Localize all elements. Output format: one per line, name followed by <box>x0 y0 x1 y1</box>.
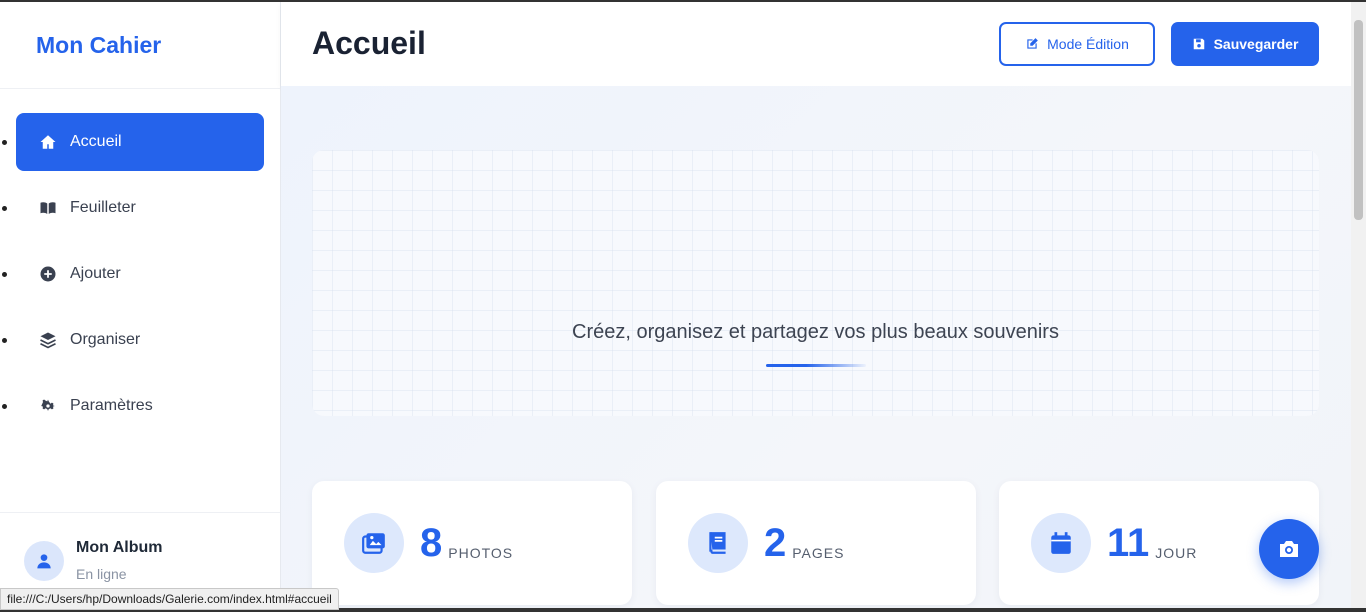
sidebar-item-feuilleter[interactable]: Feuilleter <box>2 179 264 237</box>
sidebar-item-label: Organiser <box>70 331 141 348</box>
edit-mode-label: Mode Édition <box>1047 36 1129 52</box>
camera-button[interactable] <box>1259 519 1319 579</box>
hero-divider <box>766 364 866 367</box>
user-status: En ligne <box>76 566 127 582</box>
plus-circle-icon <box>38 264 58 284</box>
sidebar-item-label: Feuilleter <box>70 199 136 216</box>
hero-tagline: Créez, organisez et partagez vos plus be… <box>572 321 1059 343</box>
stat-card-photos: 8 PHOTOS <box>312 481 632 605</box>
sidebar-item-accueil[interactable]: Accueil <box>2 113 264 171</box>
sidebar-item-parametres[interactable]: Paramètres <box>2 377 264 435</box>
sidebar-item-ajouter[interactable]: Ajouter <box>2 245 264 303</box>
calendar-icon <box>1031 513 1091 573</box>
user-icon <box>37 553 51 568</box>
stat-card-pages: 2 PAGES <box>656 481 976 605</box>
scrollbar[interactable] <box>1351 2 1366 608</box>
sidebar-item-label: Paramètres <box>70 397 153 414</box>
edit-icon <box>1027 38 1038 49</box>
stat-label: PAGES <box>792 545 845 561</box>
stat-label: JOUR <box>1155 545 1198 561</box>
home-icon <box>38 132 58 152</box>
save-icon <box>1193 38 1204 50</box>
stat-value: 8 <box>420 521 443 565</box>
user-name: Mon Album <box>76 539 163 556</box>
edit-mode-button[interactable]: Mode Édition <box>999 22 1155 66</box>
page-title: Accueil <box>312 24 426 61</box>
camera-icon <box>1280 541 1298 557</box>
page-header: Accueil Mode Édition Sauvegarder <box>281 2 1351 86</box>
stat-value: 2 <box>764 521 787 565</box>
images-icon <box>344 513 404 573</box>
save-button[interactable]: Sauvegarder <box>1171 22 1319 66</box>
sidebar-item-organiser[interactable]: Organiser <box>2 311 264 369</box>
avatar <box>24 540 64 581</box>
layers-icon <box>38 330 58 350</box>
hero-banner: Créez, organisez et partagez vos plus be… <box>312 150 1319 416</box>
sidebar-item-label: Accueil <box>70 133 122 150</box>
sidebar: Mon Cahier Accueil Feuilleter Ajouter Or… <box>0 2 281 608</box>
scrollbar-thumb[interactable] <box>1354 20 1363 220</box>
stat-label: PHOTOS <box>448 545 514 561</box>
link-status-bar: file:///C:/Users/hp/Downloads/Galerie.co… <box>0 588 339 610</box>
book-open-icon <box>38 198 58 218</box>
main-content: Créez, organisez et partagez vos plus be… <box>281 86 1351 608</box>
stat-value: 11 <box>1107 521 1150 565</box>
sidebar-item-label: Ajouter <box>70 265 121 282</box>
sidebar-nav: Accueil Feuilleter Ajouter Organiser Par… <box>0 89 280 435</box>
brand-title: Mon Cahier <box>0 2 280 89</box>
app-window: Mon Cahier Accueil Feuilleter Ajouter Or… <box>0 2 1366 608</box>
gear-icon <box>38 396 58 416</box>
book-icon <box>688 513 748 573</box>
save-label: Sauvegarder <box>1213 36 1299 52</box>
